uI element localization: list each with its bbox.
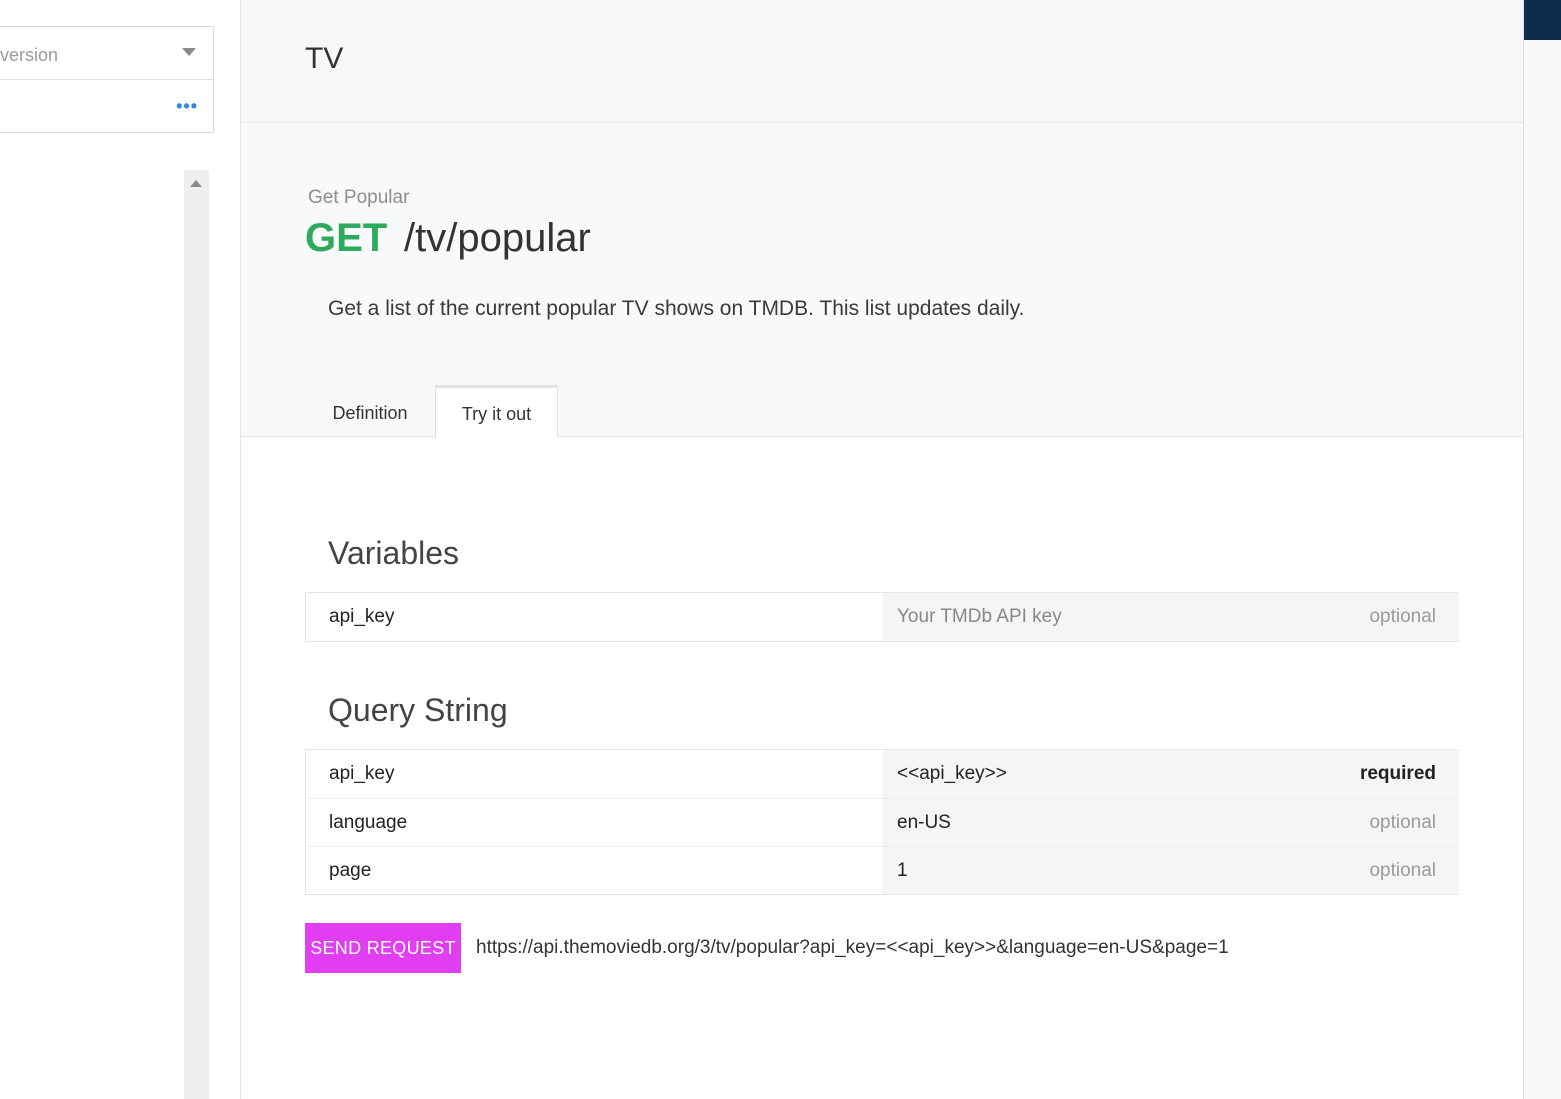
right-accent-block [1524,0,1561,40]
endpoint-block: Get Popular GET /tv/popular Get a list o… [241,123,1523,438]
api-key-query-input[interactable]: <<api_key>> required [882,750,1459,798]
version-select[interactable]: version [0,26,214,80]
table-row: api_key <<api_key>> required [306,750,1459,798]
page: version ••• TV Get Popular GET /tv/popul… [0,0,1561,1099]
language-query-input[interactable]: en-US optional [882,799,1459,846]
param-value: en-US [897,812,951,833]
table-row: language en-US optional [306,798,1459,846]
param-value-placeholder: Your TMDb API key [897,606,1062,627]
param-value: <<api_key>> [897,763,1007,784]
sidebar-search-row[interactable]: ••• [0,79,214,133]
table-row: page 1 optional [306,846,1459,894]
param-value: 1 [897,860,908,881]
sidebar: version ••• [0,0,241,1099]
page-title: TV [305,42,344,75]
param-requirement: required [1359,763,1436,784]
variables-table: api_key Your TMDb API key optional [305,592,1459,642]
request-url: https://api.themoviedb.org/3/tv/popular?… [476,937,1229,958]
version-select-label: version [0,45,59,65]
sidebar-scrollbar[interactable] [184,170,209,1099]
send-request-button[interactable]: SEND REQUEST [305,923,461,973]
param-name: api_key [329,763,395,784]
more-options-icon[interactable]: ••• [176,97,198,115]
variables-heading: Variables [328,535,460,571]
param-name: api_key [329,606,395,627]
main-content: TV Get Popular GET /tv/popular Get a lis… [241,0,1523,1099]
api-key-variable-input[interactable]: Your TMDb API key optional [882,593,1459,641]
tab-definition[interactable]: Definition [305,385,435,438]
param-requirement: optional [1369,812,1436,833]
endpoint-path: /tv/popular [404,216,591,260]
param-requirement: optional [1369,860,1436,881]
scroll-up-arrow-icon[interactable] [190,180,202,187]
table-row: api_key Your TMDb API key optional [306,593,1459,641]
param-requirement: optional [1369,606,1436,627]
param-name: page [329,860,372,881]
endpoint-subtitle: Get Popular [308,187,410,208]
right-gutter [1523,0,1561,1099]
page-header: TV [241,0,1523,123]
http-method: GET [305,216,388,260]
caret-down-icon [182,48,196,56]
param-name: language [329,812,408,833]
page-query-input[interactable]: 1 optional [882,847,1459,894]
tab-try-it-out[interactable]: Try it out [435,385,558,438]
endpoint-description: Get a list of the current popular TV sho… [328,297,1025,320]
query-string-table: api_key <<api_key>> required language en… [305,749,1459,895]
query-string-heading: Query String [328,692,508,728]
